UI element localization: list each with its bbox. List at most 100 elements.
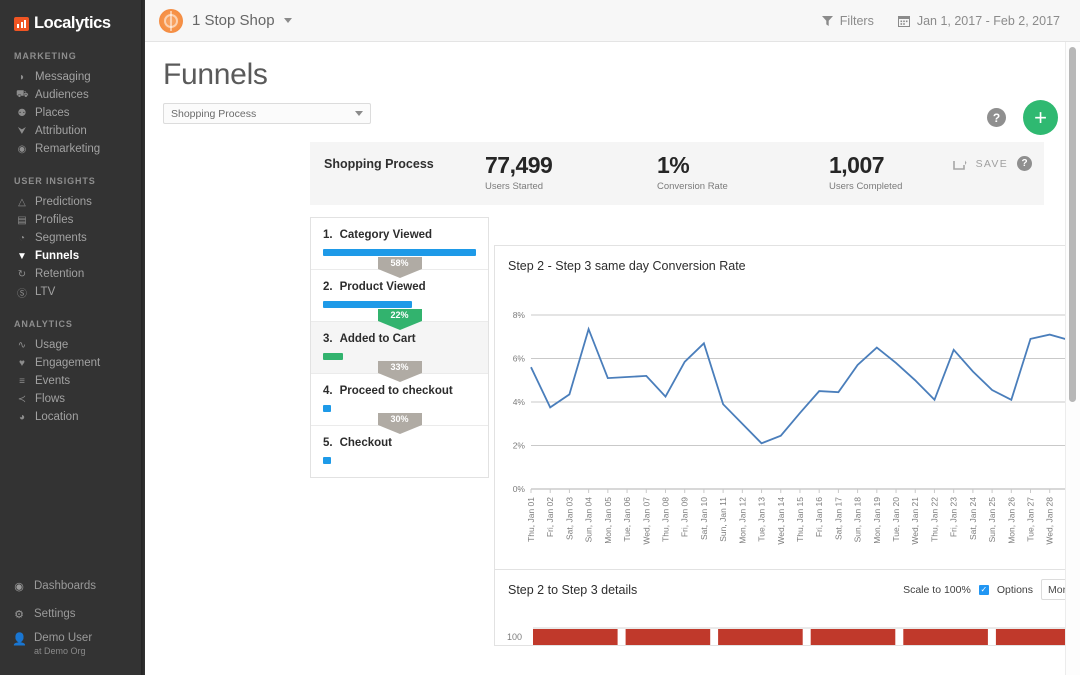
sidebar-item-engagement[interactable]: ♥Engagement: [0, 354, 145, 372]
funnel-icon: ▼: [16, 251, 28, 262]
x-axis-tick-label: Fri, Jan 02: [545, 497, 555, 537]
funnel-step-name: 4. Proceed to checkout: [323, 385, 476, 397]
x-axis-tick-label: Tue, Jan 06: [622, 497, 632, 542]
funnel-step-bar: [323, 249, 476, 256]
cohort-bar-lost[interactable]: [718, 629, 803, 645]
question-mark-icon[interactable]: ?: [987, 108, 1006, 127]
top-bar-right: Filters Jan 1, 2017 - Feb 2, 2017: [822, 14, 1060, 28]
people-icon: ⛟: [16, 89, 28, 102]
sidebar-section-title: USER INSIGHTS: [0, 176, 145, 193]
page-actions: ? +: [987, 100, 1058, 135]
scrollbar-track[interactable]: [1065, 42, 1080, 675]
x-axis-tick-label: Fri, Jan 23: [949, 497, 959, 537]
pulse-icon: ∿: [16, 340, 28, 351]
sidebar-item-attribution[interactable]: ⮟Attribution: [0, 122, 145, 140]
pie-chart-icon: ◔: [16, 233, 28, 244]
chevron-down-icon: [284, 18, 292, 23]
filters-button[interactable]: Filters: [822, 14, 874, 28]
sidebar: Localytics MARKETING◗Messaging⛟Audiences…: [0, 0, 145, 675]
list-icon: ≡: [16, 376, 28, 387]
sidebar-item-events[interactable]: ≡ Events: [0, 372, 145, 390]
x-axis-tick-label: Thu, Jan 22: [930, 497, 940, 542]
sidebar-item-label: Events: [35, 375, 70, 387]
save-button[interactable]: SAVE: [976, 158, 1008, 170]
metric-label: Conversion Rate: [657, 181, 829, 192]
app-switcher[interactable]: 1 Stop Shop: [159, 9, 292, 33]
add-funnel-button[interactable]: +: [1023, 100, 1058, 135]
user-account[interactable]: 👤 Demo User at Demo Org: [0, 632, 145, 657]
app-name: 1 Stop Shop: [192, 12, 275, 29]
user-name: Demo User: [34, 632, 92, 645]
sidebar-item-messaging[interactable]: ◗Messaging: [0, 68, 145, 86]
x-axis-tick-label: Wed, Jan 07: [641, 497, 651, 545]
funnel-step-name: 5.Checkout: [323, 437, 476, 449]
page-header: Funnels Shopping Process ? +: [145, 42, 1080, 124]
sidebar-bottom: ◉ Dashboards ⚙ Settings 👤 Demo User at D…: [0, 572, 145, 657]
sidebar-item-audiences[interactable]: ⛟ Audiences: [0, 86, 145, 104]
sidebar-item-label: Audiences: [35, 89, 89, 101]
date-range-picker[interactable]: Jan 1, 2017 - Feb 2, 2017: [898, 14, 1060, 28]
sidebar-item-label: Funnels: [35, 250, 79, 262]
sidebar-section: ANALYTICS∿Usage♥Engagement≡Events≺Flows◕…: [0, 319, 145, 426]
brand-logo[interactable]: Localytics: [0, 0, 145, 33]
sidebar-item-profiles[interactable]: ▤Profiles: [0, 211, 145, 229]
funnel-step-name: 1.Category Viewed: [323, 229, 476, 241]
sidebar-item-label: Attribution: [35, 125, 87, 137]
cohort-bar-chart: 100: [495, 625, 1080, 645]
sidebar-section: MARKETING◗Messaging⛟Audiences⚉Places⮟Att…: [0, 51, 145, 158]
funnel-steps-panel: 1.Category Viewed58% 2.Product Viewed 22% 3…: [310, 217, 489, 478]
y-axis-tick-label: 0%: [513, 484, 526, 494]
filter-icon: [822, 16, 833, 26]
sidebar-item-predictions[interactable]: △Predictions: [0, 193, 145, 211]
sidebar-item-settings[interactable]: ⚙ Settings: [0, 600, 145, 628]
summary-metric: 77,499 Users Started: [485, 153, 657, 192]
sidebar-item-label: Messaging: [35, 71, 91, 83]
chart-title: Step 2 - Step 3 same day Conversion Rate: [495, 246, 1080, 273]
options-label: Options: [997, 584, 1033, 596]
cohort-bar-lost[interactable]: [903, 629, 988, 645]
x-axis-tick-label: Sun, Jan 11: [718, 497, 728, 542]
dollar-circle-icon: Ⓢ: [16, 285, 28, 300]
funnel-step-name: 3.Added to Cart: [323, 333, 476, 345]
funnel-step-name: 2.Product Viewed: [323, 281, 476, 293]
scale-checkbox[interactable]: ✓: [979, 585, 989, 595]
funnel-step-number: 4.: [323, 385, 333, 397]
metric-label: Users Started: [485, 181, 657, 192]
arrow-tip-icon: [378, 321, 422, 330]
sidebar-item-remarketing[interactable]: ◉Remarketing: [0, 140, 145, 158]
metric-label: Users Completed: [829, 181, 1001, 192]
x-axis-tick-label: Wed, Jan 14: [776, 497, 786, 545]
sidebar-item-location[interactable]: ◕Location: [0, 408, 145, 426]
top-bar: 1 Stop Shop Filters Jan 1, 2017 - Feb 2,…: [145, 0, 1080, 42]
plus-icon: +: [1034, 107, 1047, 129]
sidebar-item-flows[interactable]: ≺Flows: [0, 390, 145, 408]
funnel-drop-percent: 22%: [378, 309, 422, 321]
sidebar-item-funnels[interactable]: ▼ Funnels: [0, 247, 145, 265]
sidebar-item-ltv[interactable]: ⓈLTV: [0, 283, 145, 301]
sidebar-item-retention[interactable]: ↻Retention: [0, 265, 145, 283]
sidebar-item-places[interactable]: ⚉Places: [0, 104, 145, 122]
cohort-bar-lost[interactable]: [626, 629, 711, 645]
cohort-bar-lost[interactable]: [811, 629, 896, 645]
funnel-selector[interactable]: Shopping Process: [163, 103, 371, 124]
cohort-bar-lost[interactable]: [533, 629, 618, 645]
funnel-step-label: Proceed to checkout: [340, 385, 453, 397]
sidebar-nav: MARKETING◗Messaging⛟Audiences⚉Places⮟Att…: [0, 51, 145, 426]
sidebar-item-segments[interactable]: ◔Segments: [0, 229, 145, 247]
question-mark-icon[interactable]: ?: [1017, 156, 1032, 171]
funnel-step-label: Added to Cart: [340, 333, 416, 345]
sidebar-item-usage[interactable]: ∿Usage: [0, 336, 145, 354]
share-export-icon[interactable]: [953, 158, 967, 170]
flask-icon: △: [16, 197, 28, 208]
x-axis-tick-label: Sat, Jan 03: [564, 497, 574, 540]
sidebar-item-dashboards[interactable]: ◉ Dashboards: [0, 572, 145, 600]
sidebar-section: USER INSIGHTS△Predictions▤Profiles◔Segme…: [0, 176, 145, 301]
x-axis-tick-label: Wed, Jan 28: [1045, 497, 1055, 545]
date-range-label: Jan 1, 2017 - Feb 2, 2017: [917, 14, 1060, 28]
scrollbar-thumb[interactable]: [1069, 47, 1076, 402]
metric-value: 77,499: [485, 153, 657, 178]
sidebar-item-label: Location: [35, 411, 78, 423]
bar-chart-logo-icon: [14, 17, 29, 31]
funnel-step[interactable]: 1.Category Viewed58%: [311, 218, 488, 270]
x-axis-tick-label: Sat, Jan 24: [968, 497, 978, 540]
